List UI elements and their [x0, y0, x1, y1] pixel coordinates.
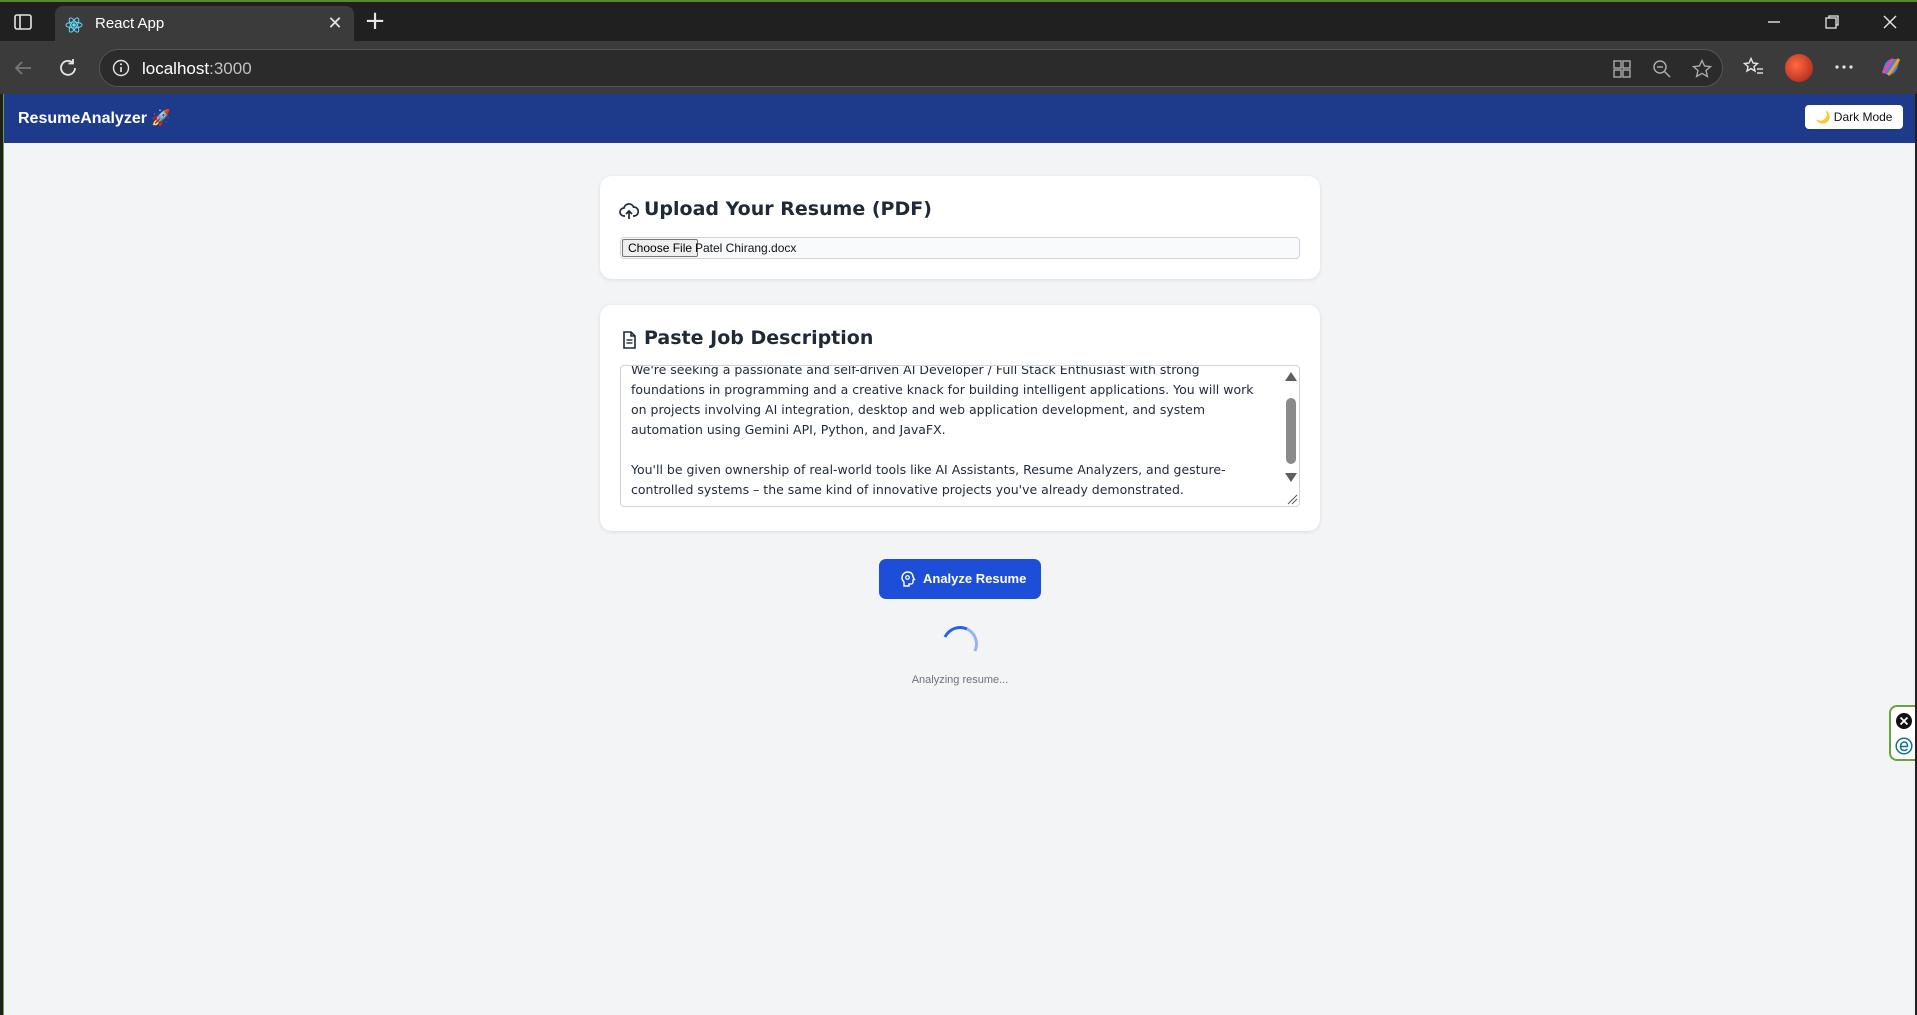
scroll-down-arrow-icon[interactable]	[1285, 473, 1297, 482]
new-tab-button[interactable]: +	[364, 8, 386, 34]
app-header: ResumeAnalyzer 🚀 🌙 Dark Mode	[4, 94, 1915, 143]
app-available-icon[interactable]	[1611, 58, 1633, 80]
profile-avatar[interactable]	[1785, 54, 1813, 82]
zoom-out-icon[interactable]	[1651, 58, 1673, 80]
browser-tab-bar: React App ✕ +	[0, 0, 1917, 43]
more-menu-icon[interactable]	[1832, 55, 1856, 79]
url-port: :3000	[209, 59, 252, 78]
dark-mode-button[interactable]: 🌙 Dark Mode	[1805, 105, 1903, 129]
copilot-icon[interactable]	[1879, 55, 1903, 79]
scrollbar-thumb[interactable]	[1286, 398, 1296, 464]
favorite-star-icon[interactable]	[1691, 58, 1713, 80]
document-icon	[623, 331, 636, 349]
browser-address-bar: localhost:3000	[0, 41, 1917, 94]
job-description-title: Paste Job Description	[644, 327, 874, 349]
analyze-button-label: Analyze Resume	[923, 571, 1027, 586]
url-text: localhost:3000	[142, 59, 252, 79]
site-info-icon[interactable]	[112, 59, 130, 77]
react-logo-icon	[65, 17, 83, 33]
analyzing-status: Analyzing resume...	[911, 674, 1009, 686]
choose-file-button[interactable]: Choose File	[622, 239, 699, 257]
url-host: localhost	[142, 59, 210, 78]
upload-title: Upload Your Resume (PDF)	[644, 198, 932, 220]
page-viewport: ResumeAnalyzer 🚀 🌙 Dark Mode Upload Your…	[3, 94, 1915, 1015]
back-arrow-icon[interactable]	[11, 56, 35, 80]
close-tab-icon[interactable]: ✕	[326, 15, 344, 33]
favorites-icon[interactable]	[1742, 55, 1766, 79]
restore-icon[interactable]	[1822, 12, 1842, 32]
resume-file-input[interactable]: Choose File Patel Chirang.docx	[620, 237, 1300, 259]
close-window-icon[interactable]	[1880, 12, 1900, 32]
tab-title: React App	[95, 15, 165, 32]
selected-file-name: Patel Chirang.docx	[695, 241, 797, 255]
refresh-icon[interactable]	[56, 56, 80, 80]
side-extension-widget	[1889, 705, 1915, 761]
browser-tab[interactable]: React App ✕	[55, 6, 354, 43]
job-description-card: Paste Job Description We're seeking a pa…	[600, 305, 1320, 531]
extension-e-icon[interactable]	[1895, 737, 1913, 755]
brain-icon	[901, 571, 916, 587]
textarea-scrollbar[interactable]	[1282, 366, 1299, 506]
scroll-up-arrow-icon[interactable]	[1285, 372, 1297, 381]
analyze-resume-button[interactable]: Analyze Resume	[879, 559, 1041, 599]
job-description-textarea[interactable]: We're seeking a passionate and self-driv…	[620, 365, 1300, 507]
resize-grip-icon[interactable]	[1284, 491, 1298, 505]
sidebar-toggle-icon[interactable]	[12, 11, 34, 33]
minimize-icon[interactable]	[1764, 12, 1784, 32]
brand-logo[interactable]: ResumeAnalyzer 🚀	[18, 108, 171, 128]
loading-spinner	[936, 620, 984, 668]
url-field[interactable]: localhost:3000	[99, 49, 1723, 87]
job-description-text: We're seeking a passionate and self-driv…	[631, 365, 1254, 497]
close-circle-icon[interactable]	[1895, 712, 1913, 730]
upload-card: Upload Your Resume (PDF) Choose File Pat…	[600, 176, 1320, 279]
cloud-upload-icon	[619, 203, 639, 219]
